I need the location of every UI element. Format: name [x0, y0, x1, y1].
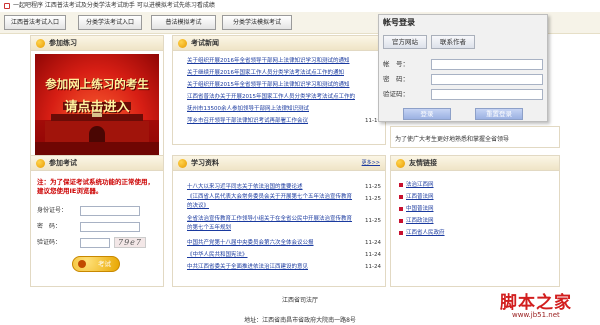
list-item[interactable]: 江西普法网 [399, 191, 559, 203]
study-panel-header: 学习资料 更多>> [173, 156, 385, 171]
exam-icon [36, 159, 45, 168]
practice-icon [36, 39, 45, 48]
bullet-icon [399, 194, 403, 199]
list-item[interactable]: 全省法治宣传教育工作领导小组关于在全省公民中开展法治宣传教育的第七个五年规划 11… [187, 215, 385, 237]
exam-button-icon [78, 260, 86, 268]
study-list: 十八大以来习近平同志关于依法治国的重要论述 11-25 《江西省人民代表大会常务委… [173, 171, 385, 273]
notice-panel: 为了使广大考生更好地熟悉和掌握全省领导 [390, 126, 560, 148]
list-item[interactable]: 《江西省人民代表大会常务委员会关于开展第七个五年法治宣传教育的决议》 11-25 [187, 193, 385, 215]
list-item[interactable]: 江西省人民政府 [399, 227, 559, 239]
list-item[interactable]: 《中华人民共和国宪法》 11-24 [187, 249, 385, 261]
study-title: 学习资料 [191, 159, 219, 167]
links-list: 法治江西网 江西普法网 中国普法网 江西政法网 江西省人民政府 [391, 171, 559, 239]
exam-panel-header: 参加考试 [31, 156, 163, 171]
captcha-input[interactable] [431, 89, 543, 100]
exam-captcha-label: 验证码： [37, 239, 62, 246]
list-item[interactable]: 江西政法网 [399, 215, 559, 227]
bullet-icon [399, 218, 403, 223]
study-panel: 学习资料 更多>> 十八大以来习近平同志关于依法治国的重要论述 11-25 《江西… [172, 155, 386, 287]
bullet-icon [399, 182, 403, 187]
list-item[interactable]: 十八大以来习近平同志关于依法治国的重要论述 11-25 [187, 181, 385, 193]
practice-panel-frame: 参加练习 参加网上练习的考生 请点击进入 [30, 35, 164, 160]
login-button[interactable]: 登录 [403, 108, 451, 120]
exam-button[interactable]: 考试 [72, 256, 120, 272]
study-more-link[interactable]: 更多>> [362, 156, 380, 171]
list-item[interactable]: 法治江西网 [399, 179, 559, 191]
account-label: 帐 号： [383, 60, 409, 68]
footer-address: 地址：江西省南昌市省政府大院南一路8号 [244, 317, 356, 324]
reset-login-button[interactable]: 重置登录 [475, 108, 523, 120]
exam-button-label: 考试 [98, 260, 111, 268]
login-title: 帐号登录 [383, 18, 415, 27]
password-input[interactable] [431, 74, 543, 85]
bullet-icon [399, 230, 403, 235]
notice-panel-text: 为了使广大考生更好地熟悉和掌握全省领导 [395, 136, 510, 143]
password-label: 密 码： [383, 75, 409, 83]
list-item[interactable]: 中国共产党第十八届中央委员会第六次全体会议公报 11-24 [187, 237, 385, 249]
practice-panel-header: 参加练习 [31, 36, 163, 51]
news-icon [178, 39, 187, 48]
news-panel-header: 考试新闻 [173, 36, 385, 51]
window-titlebar: 一起吧程序 江西普法考试及分类学法考试助手 可以进模拟考试先练习看成绩 [0, 0, 600, 12]
exam-password-label: 密 码： [37, 223, 62, 230]
bullet-icon [399, 206, 403, 211]
captcha-image[interactable]: 79e7 [114, 237, 146, 248]
links-title: 友情链接 [409, 159, 437, 167]
list-item[interactable]: 萍乡市召开领导干部法律知识考试再部署工作会议 11-19 [187, 115, 385, 127]
practice-title: 参加练习 [49, 39, 77, 47]
nav-button-category-mock-exam[interactable]: 分类学法模拟考试 [222, 15, 292, 30]
list-item[interactable]: 江西省普法办关于开展2015年国家工作人员分类学法考法试点工作的 [187, 91, 385, 103]
links-panel-header: 友情链接 [391, 156, 559, 171]
id-label: 身份证号： [37, 207, 68, 214]
watermark-url: www.jb51.net [512, 311, 560, 319]
list-item[interactable]: 关于组织开展2015年全省领导干部网上法律知识学习和测试的通知 [187, 79, 385, 91]
contact-author-button[interactable]: 联系作者 [431, 35, 475, 49]
nav-button-jiangxi-exam[interactable]: 江西普法考试入口 [4, 15, 66, 30]
list-item[interactable]: 抚州市13500余人参加领导干部网上法律知识测试 [187, 103, 385, 115]
login-dialog: 帐号登录 官方网站 联系作者 帐 号： 密 码： 验证码： 登录 重置登录 [378, 14, 548, 122]
nav-button-mock-exam[interactable]: 普法模拟考试 [151, 15, 216, 30]
watermark-logo: 脚本之家 [500, 293, 572, 313]
list-item[interactable]: 中国普法网 [399, 203, 559, 215]
official-site-button[interactable]: 官方网站 [383, 35, 427, 49]
study-icon [178, 159, 187, 168]
links-icon [396, 159, 405, 168]
list-item[interactable]: 关于组织开展2016年全省领导干部网上法律知识学习和测试的通知 [187, 55, 385, 67]
exam-password-input[interactable] [80, 222, 140, 232]
banner-text-line2: 请点击进入 [64, 100, 130, 115]
app-icon [4, 2, 10, 9]
exam-warning: 注：为了保证考试系统功能的正常使用，建议您使用IE浏览器。 [37, 178, 154, 195]
window-title: 一起吧程序 江西普法考试及分类学法考试助手 可以进模拟考试先练习看成绩 [13, 2, 215, 9]
captcha-label: 验证码： [383, 90, 409, 98]
news-panel: 考试新闻 关于组织开展2016年全省领导干部网上法律知识学习和测试的通知 关于继… [172, 35, 386, 145]
nav-button-category-exam[interactable]: 分类学法考试入口 [78, 15, 142, 30]
account-input[interactable] [431, 59, 543, 70]
banner-ground [35, 142, 159, 156]
news-list: 关于组织开展2016年全省领导干部网上法律知识学习和测试的通知 关于继续开展20… [173, 51, 385, 127]
banner-text-line1: 参加网上练习的考生 [45, 77, 149, 91]
list-item[interactable]: 中共江西省委关于全面推进依法治江西建设的意见 11-24 [187, 261, 385, 273]
links-panel: 友情链接 法治江西网 江西普法网 中国普法网 江西政法网 江西省人民政府 [390, 155, 560, 287]
practice-banner[interactable]: 参加网上练习的考生 请点击进入 [35, 54, 159, 156]
exam-captcha-input[interactable] [80, 238, 110, 248]
list-item[interactable]: 关于继续开展2016年国家工作人员分类学法考法试点工作的通知 [187, 67, 385, 79]
exam-title: 参加考试 [49, 159, 77, 167]
id-input[interactable] [80, 206, 140, 216]
news-title: 考试新闻 [191, 39, 219, 47]
